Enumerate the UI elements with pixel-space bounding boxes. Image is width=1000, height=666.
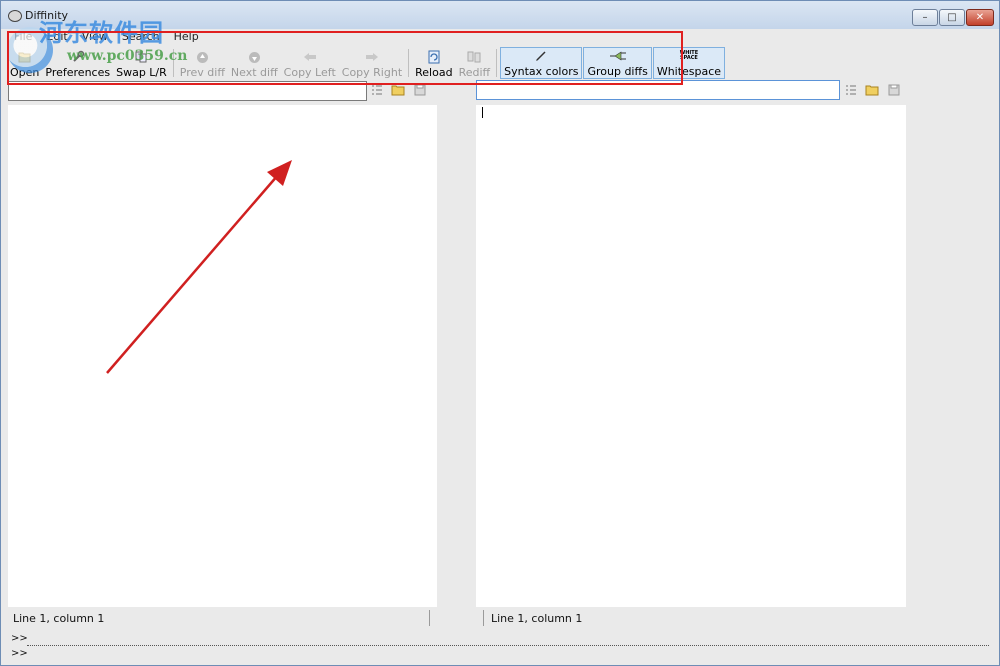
left-folder-icon[interactable]	[391, 83, 405, 97]
left-save-icon[interactable]	[413, 83, 427, 97]
app-logo-icon	[8, 10, 22, 22]
close-button[interactable]: ✕	[966, 9, 994, 26]
status-separator	[483, 610, 484, 626]
command-prompt: >>	[11, 648, 28, 659]
text-cursor	[482, 107, 483, 118]
left-list-icon[interactable]	[370, 83, 384, 97]
right-editor-pane[interactable]	[476, 105, 906, 607]
right-status-text: Line 1, column 1	[491, 612, 583, 625]
right-save-icon[interactable]	[887, 83, 901, 97]
maximize-button[interactable]: □	[939, 9, 965, 26]
right-folder-icon[interactable]	[865, 83, 879, 97]
app-window: Diffinity – □ ✕ File Edit View Search He…	[0, 0, 1000, 666]
left-status-text: Line 1, column 1	[13, 612, 105, 625]
toolbar-highlight-box	[7, 31, 683, 85]
status-separator	[429, 610, 430, 626]
minimize-button[interactable]: –	[912, 9, 938, 26]
command-prompt: >>	[11, 633, 28, 644]
right-list-icon[interactable]	[844, 83, 858, 97]
command-input[interactable]	[27, 645, 989, 646]
left-editor-pane[interactable]	[8, 105, 437, 607]
